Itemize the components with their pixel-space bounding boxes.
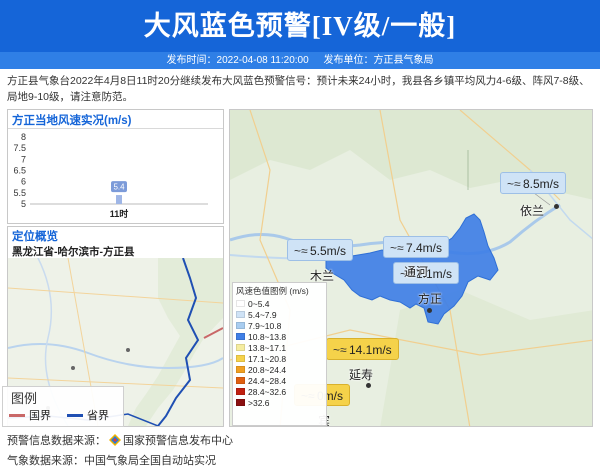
wind-legend-items: 0~5.4 5.4~7.9 7.9~10.8 10.8~13.8 13.8~17.1 17…	[236, 298, 323, 408]
wind-legend-swatch	[236, 311, 245, 318]
wind-speed-value: 14.1m/s	[349, 343, 392, 357]
wind-speed-panel: 方正当地风速实况(m/s) 8 7.5 7 6.5 6 5.5 5 5.4 11时	[7, 109, 224, 224]
wind-legend-swatch	[236, 300, 245, 307]
overview-legend-title: 图例	[11, 391, 38, 406]
wind-legend-item: 5.4~7.9	[236, 309, 323, 320]
wind-icon: ~≈	[294, 244, 308, 258]
wind-legend-item: 0~5.4	[236, 298, 323, 309]
wind-legend-label: 28.4~32.6	[248, 386, 287, 397]
wind-speed-legend: 风速色值图例 (m/s) 0~5.4 5.4~7.9 7.9~10.8 10.8~13…	[232, 282, 327, 426]
town-marker-yanshou	[366, 383, 371, 388]
wind-legend-item: 10.8~13.8	[236, 331, 323, 342]
town-tonghe: 通河	[404, 265, 429, 279]
wind-legend-item: 28.4~32.6	[236, 386, 323, 397]
wind-legend-swatch	[236, 399, 245, 406]
wind-legend-label: 7.9~10.8	[248, 320, 282, 331]
wind-speed-value: 5.5m/s	[310, 244, 347, 258]
wind-legend-swatch	[236, 333, 245, 340]
warning-notice-text: 方正县气象台2022年4月8日11时20分继续发布大风蓝色预警信号：预计未来24…	[7, 75, 590, 103]
publish-unit: 发布单位：方正县气象局	[323, 55, 434, 66]
province-border-label: 省界	[87, 410, 109, 422]
publish-time: 发布时间：2022-04-08 11:20:00	[166, 55, 309, 66]
national-border-label: 国界	[29, 410, 51, 422]
wind-legend-item: 20.8~24.4	[236, 364, 323, 375]
wind-legend-label: 13.8~17.1	[248, 342, 287, 353]
y-tick-label: 6	[21, 177, 26, 187]
wind-legend-item: 24.4~28.4	[236, 375, 323, 386]
wind-legend-item: 17.1~20.8	[236, 353, 323, 364]
province-border-swatch	[67, 413, 83, 417]
y-tick-label: 5	[21, 199, 26, 209]
wind-icon: ~≈	[333, 343, 347, 357]
wind-speed-value: 7.4m/s	[406, 241, 443, 255]
wind-station-label-yilan[interactable]: ~≈ 8.5m/s	[500, 172, 567, 194]
warning-source-name[interactable]: 国家预警信息发布中心	[123, 435, 233, 447]
legend-item-national-border: 国界	[3, 407, 51, 423]
wind-speed-chart: 8 7.5 7 6.5 6 5.5 5 5.4 11时	[8, 129, 223, 223]
wind-legend-label: >32.6	[248, 397, 270, 408]
y-tick-label: 5.5	[13, 188, 26, 198]
town-fangzheng: 方正	[418, 292, 443, 306]
wind-legend-label: 5.4~7.9	[248, 309, 277, 320]
wind-legend-item: >32.6	[236, 397, 323, 408]
warning-source-label: 预警信息数据来源：	[7, 435, 106, 447]
x-category-label: 11时	[110, 208, 129, 219]
wind-legend-swatch	[236, 322, 245, 329]
data-label: 5.4	[113, 183, 125, 192]
wind-station-label-mulan[interactable]: ~≈ 5.5m/s	[287, 239, 354, 261]
wind-legend-swatch	[236, 355, 245, 362]
location-panel-title: 定位概览	[12, 231, 58, 243]
y-tick-label: 7.5	[13, 143, 26, 153]
wind-legend-label: 20.8~24.4	[248, 364, 287, 375]
wind-icon: ~≈	[390, 241, 404, 255]
town-marker-yilan	[554, 204, 559, 209]
wind-legend-label: 0~5.4	[248, 298, 270, 309]
wind-legend-item: 7.9~10.8	[236, 320, 323, 331]
wind-legend-label: 10.8~13.8	[248, 331, 287, 342]
warning-source-line: 预警信息数据来源： 国家预警信息发布中心	[7, 432, 233, 448]
town-yilan: 依兰	[520, 204, 545, 218]
wind-legend-swatch	[236, 377, 245, 384]
publish-info-bar: 发布时间：2022-04-08 11:20:00 发布单位：方正县气象局	[0, 52, 600, 69]
y-tick-label: 6.5	[13, 166, 26, 176]
wind-station-label-tonghe[interactable]: ~≈ 7.4m/s	[383, 236, 450, 258]
wind-panel-title: 方正当地风速实况(m/s)	[8, 110, 223, 129]
town-yanshou: 延寿	[349, 368, 374, 382]
wind-legend-title: 风速色值图例 (m/s)	[236, 286, 309, 296]
weather-source-line: 气象数据来源：中国气象局全国自动站实况	[7, 455, 216, 467]
wind-legend-label: 17.1~20.8	[248, 353, 287, 364]
national-border-swatch	[9, 413, 25, 417]
town-marker-fangzheng	[427, 308, 432, 313]
overview-map-legend: 图例 国界 省界	[2, 386, 124, 427]
wind-icon: ~≈	[507, 177, 521, 191]
page-title: 大风蓝色预警[IV级/一般]	[143, 11, 457, 41]
y-tick-label: 7	[21, 154, 26, 164]
wind-legend-swatch	[236, 388, 245, 395]
legend-item-province-border: 省界	[61, 407, 109, 423]
header-banner: 大风蓝色预警[IV级/一般]	[0, 0, 600, 52]
nwi-logo-icon	[109, 434, 121, 446]
wind-speed-value: 8.5m/s	[523, 177, 560, 191]
wind-station-label-yanshou[interactable]: ~≈ 14.1m/s	[326, 338, 399, 360]
wind-legend-swatch	[236, 344, 245, 351]
wind-speed-bar[interactable]	[116, 195, 122, 204]
y-tick-label: 8	[21, 132, 26, 142]
wind-legend-swatch	[236, 366, 245, 373]
wind-speed-map[interactable]: ~≈ 8.5m/s 依兰 ~≈ 5.5m/s 木兰 ~≈ 7.4m/s ~≈ 1…	[229, 109, 593, 427]
wind-chart-svg: 87.57 6.565.55 5.4 11时	[13, 132, 208, 219]
wind-legend-label: 24.4~28.4	[248, 375, 287, 386]
wind-legend-item: 13.8~17.1	[236, 342, 323, 353]
